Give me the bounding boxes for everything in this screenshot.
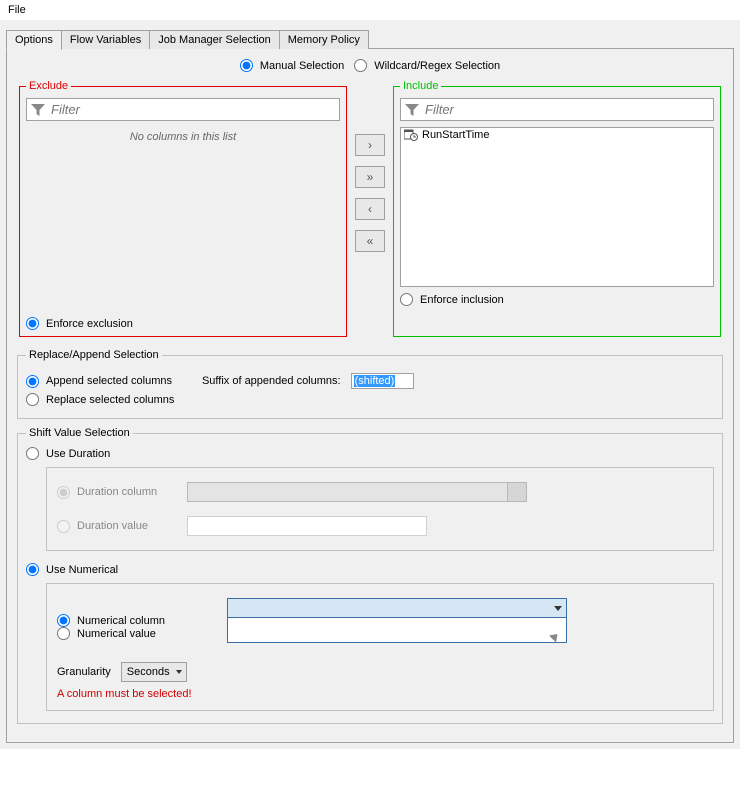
radio-numerical-column-input[interactable] [57, 614, 70, 627]
radio-append[interactable]: Append selected columns [26, 375, 172, 388]
replace-append-group: Replace/Append Selection Append selected… [17, 349, 723, 419]
radio-replace-input[interactable] [26, 393, 39, 406]
include-legend: Include [400, 80, 441, 92]
numerical-column-combo-list[interactable] [227, 617, 567, 643]
radio-use-duration-input[interactable] [26, 447, 39, 460]
radio-duration-column-input [57, 486, 70, 499]
radio-wildcard-selection-label: Wildcard/Regex Selection [374, 60, 500, 72]
chevron-left-icon: ‹ [368, 202, 372, 216]
exclude-list[interactable]: No columns in this list [26, 127, 340, 287]
radio-duration-value-label: Duration value [77, 520, 148, 532]
radio-duration-column-label: Duration column [77, 486, 157, 498]
shift-value-group: Shift Value Selection Use Duration Durat… [17, 427, 723, 724]
radio-use-duration[interactable]: Use Duration [26, 447, 110, 460]
tab-options[interactable]: Options [6, 30, 62, 50]
chevron-right-icon: › [368, 138, 372, 152]
radio-duration-value-input [57, 520, 70, 533]
move-left-button[interactable]: ‹ [355, 198, 385, 220]
radio-use-numerical-label: Use Numerical [46, 564, 118, 576]
tab-memory-policy[interactable]: Memory Policy [279, 30, 369, 49]
exclude-panel: Exclude No columns in this list Enforce … [19, 80, 347, 337]
radio-manual-selection-input[interactable] [240, 59, 253, 72]
numerical-column-combo[interactable] [227, 598, 567, 618]
list-item[interactable]: RunStartTime [401, 128, 713, 142]
suffix-input[interactable]: (shifted) [351, 373, 414, 389]
error-message: A column must be selected! [57, 688, 703, 700]
double-chevron-right-icon: » [367, 170, 374, 184]
radio-enforce-inclusion[interactable]: Enforce inclusion [400, 293, 714, 306]
replace-append-legend: Replace/Append Selection [26, 349, 162, 361]
exclude-empty-text: No columns in this list [130, 131, 236, 143]
list-item-label: RunStartTime [422, 129, 489, 141]
exclude-filter[interactable] [26, 98, 340, 121]
granularity-value: Seconds [127, 666, 170, 678]
radio-enforce-inclusion-input[interactable] [400, 293, 413, 306]
move-all-right-button[interactable]: » [355, 166, 385, 188]
radio-numerical-column[interactable]: Numerical column [57, 614, 217, 627]
move-all-left-button[interactable]: « [355, 230, 385, 252]
radio-numerical-value-label: Numerical value [77, 628, 156, 640]
exclude-filter-input[interactable] [49, 101, 335, 118]
radio-wildcard-selection-input[interactable] [354, 59, 367, 72]
include-filter[interactable] [400, 98, 714, 121]
radio-use-duration-label: Use Duration [46, 448, 110, 460]
radio-use-numerical[interactable]: Use Numerical [26, 563, 118, 576]
radio-replace[interactable]: Replace selected columns [26, 393, 174, 406]
radio-duration-column: Duration column [57, 486, 177, 499]
filter-icon [405, 104, 419, 116]
suffix-label: Suffix of appended columns: [202, 375, 341, 387]
tab-job-manager[interactable]: Job Manager Selection [149, 30, 280, 49]
exclude-legend: Exclude [26, 80, 71, 92]
duration-panel: Duration column Duration value [46, 467, 714, 551]
radio-append-label: Append selected columns [46, 375, 172, 387]
radio-enforce-exclusion-input[interactable] [26, 317, 39, 330]
move-right-button[interactable]: › [355, 134, 385, 156]
duration-column-combo [187, 482, 527, 502]
radio-enforce-exclusion[interactable]: Enforce exclusion [26, 317, 340, 330]
radio-duration-value: Duration value [57, 520, 177, 533]
granularity-label: Granularity [57, 666, 111, 678]
numerical-panel: Numerical column Numerical value Granula… [46, 583, 714, 711]
radio-manual-selection[interactable]: Manual Selection [240, 59, 344, 72]
suffix-value: (shifted) [354, 375, 396, 387]
radio-numerical-column-label: Numerical column [77, 615, 165, 627]
include-panel: Include RunStartTime [393, 80, 721, 337]
include-list[interactable]: RunStartTime [400, 127, 714, 287]
tab-flow-variables[interactable]: Flow Variables [61, 30, 150, 49]
radio-replace-label: Replace selected columns [46, 394, 174, 406]
duration-value-input [187, 516, 427, 536]
include-filter-input[interactable] [423, 101, 709, 118]
radio-wildcard-selection[interactable]: Wildcard/Regex Selection [354, 59, 500, 72]
radio-enforce-exclusion-label: Enforce exclusion [46, 318, 133, 330]
shift-value-legend: Shift Value Selection [26, 427, 133, 439]
radio-numerical-value[interactable]: Numerical value [57, 627, 217, 640]
radio-enforce-inclusion-label: Enforce inclusion [420, 294, 504, 306]
menu-file[interactable]: File [4, 2, 30, 18]
radio-numerical-value-input[interactable] [57, 627, 70, 640]
radio-manual-selection-label: Manual Selection [260, 60, 344, 72]
tab-bar: Options Flow Variables Job Manager Selec… [6, 28, 734, 49]
filter-icon [31, 104, 45, 116]
double-chevron-left-icon: « [367, 234, 374, 248]
granularity-select[interactable]: Seconds [121, 662, 187, 682]
radio-use-numerical-input[interactable] [26, 563, 39, 576]
radio-append-input[interactable] [26, 375, 39, 388]
datetime-icon [404, 129, 418, 141]
